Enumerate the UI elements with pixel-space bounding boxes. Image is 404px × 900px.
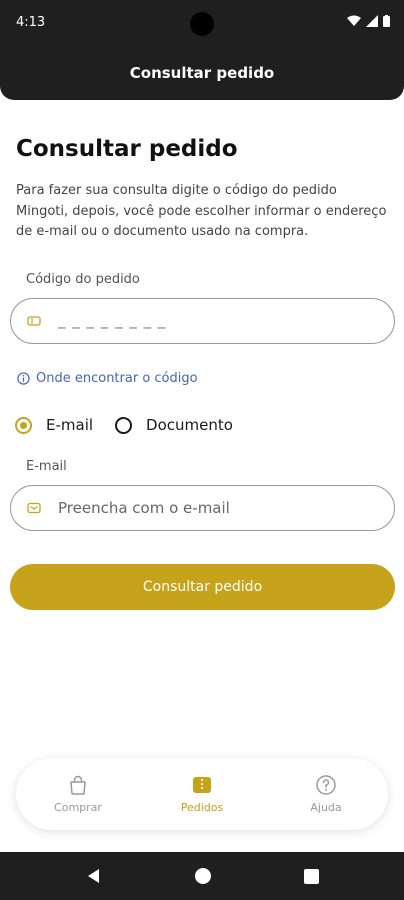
email-input[interactable]: Preencha com o e-mail [10,485,395,531]
radio-document[interactable]: Documento [115,416,233,434]
email-placeholder: Preencha com o e-mail [58,499,230,517]
email-label: E-mail [26,459,67,474]
mail-icon [27,502,41,514]
order-code-input[interactable]: _ _ _ _ _ _ _ _ [10,298,395,344]
help-icon [316,775,336,795]
contact-type-radio-group: E-mail Documento [15,416,255,434]
signal-icon [366,15,378,27]
page-title: Consultar pedido [16,136,238,162]
nav-item-ajuda[interactable]: Ajuda [281,774,371,814]
wifi-icon [347,15,361,26]
ticket-icon [27,316,41,326]
shopping-bag-icon [70,775,86,795]
info-icon [17,372,30,385]
status-icons [347,15,390,27]
app-header: 4:13 Consultar pedido [0,0,404,100]
nav-label-pedidos: Pedidos [180,801,224,814]
radio-email-button[interactable] [15,416,32,434]
home-icon[interactable] [194,867,212,885]
status-time: 4:13 [16,15,46,30]
nav-label-comprar: Comprar [54,801,102,814]
radio-email[interactable]: E-mail [15,416,93,434]
camera-cutout [190,12,214,36]
recents-icon[interactable] [303,868,319,884]
radio-document-label: Documento [146,416,233,434]
intro-text: Para fazer sua consulta digite o código … [16,183,387,239]
orders-icon [193,777,211,793]
header-title: Consultar pedido [129,64,275,82]
order-code-value: _ _ _ _ _ _ _ _ [58,311,167,329]
nav-item-comprar[interactable]: Comprar [33,774,123,814]
consultar-pedido-button[interactable]: Consultar pedido [10,564,395,610]
radio-document-button[interactable] [115,416,133,434]
bottom-nav: Comprar Pedidos Ajuda [16,758,388,830]
nav-label-ajuda: Ajuda [310,801,342,814]
help-link-label: Onde encontrar o código [36,371,198,386]
radio-email-label: E-mail [46,416,94,434]
battery-icon [383,15,390,27]
system-nav-bar [0,852,404,900]
where-to-find-code-link[interactable]: Onde encontrar o código [17,371,198,386]
nav-item-pedidos[interactable]: Pedidos [157,774,247,814]
back-icon[interactable] [86,868,102,884]
order-code-label: Código do pedido [26,272,140,287]
